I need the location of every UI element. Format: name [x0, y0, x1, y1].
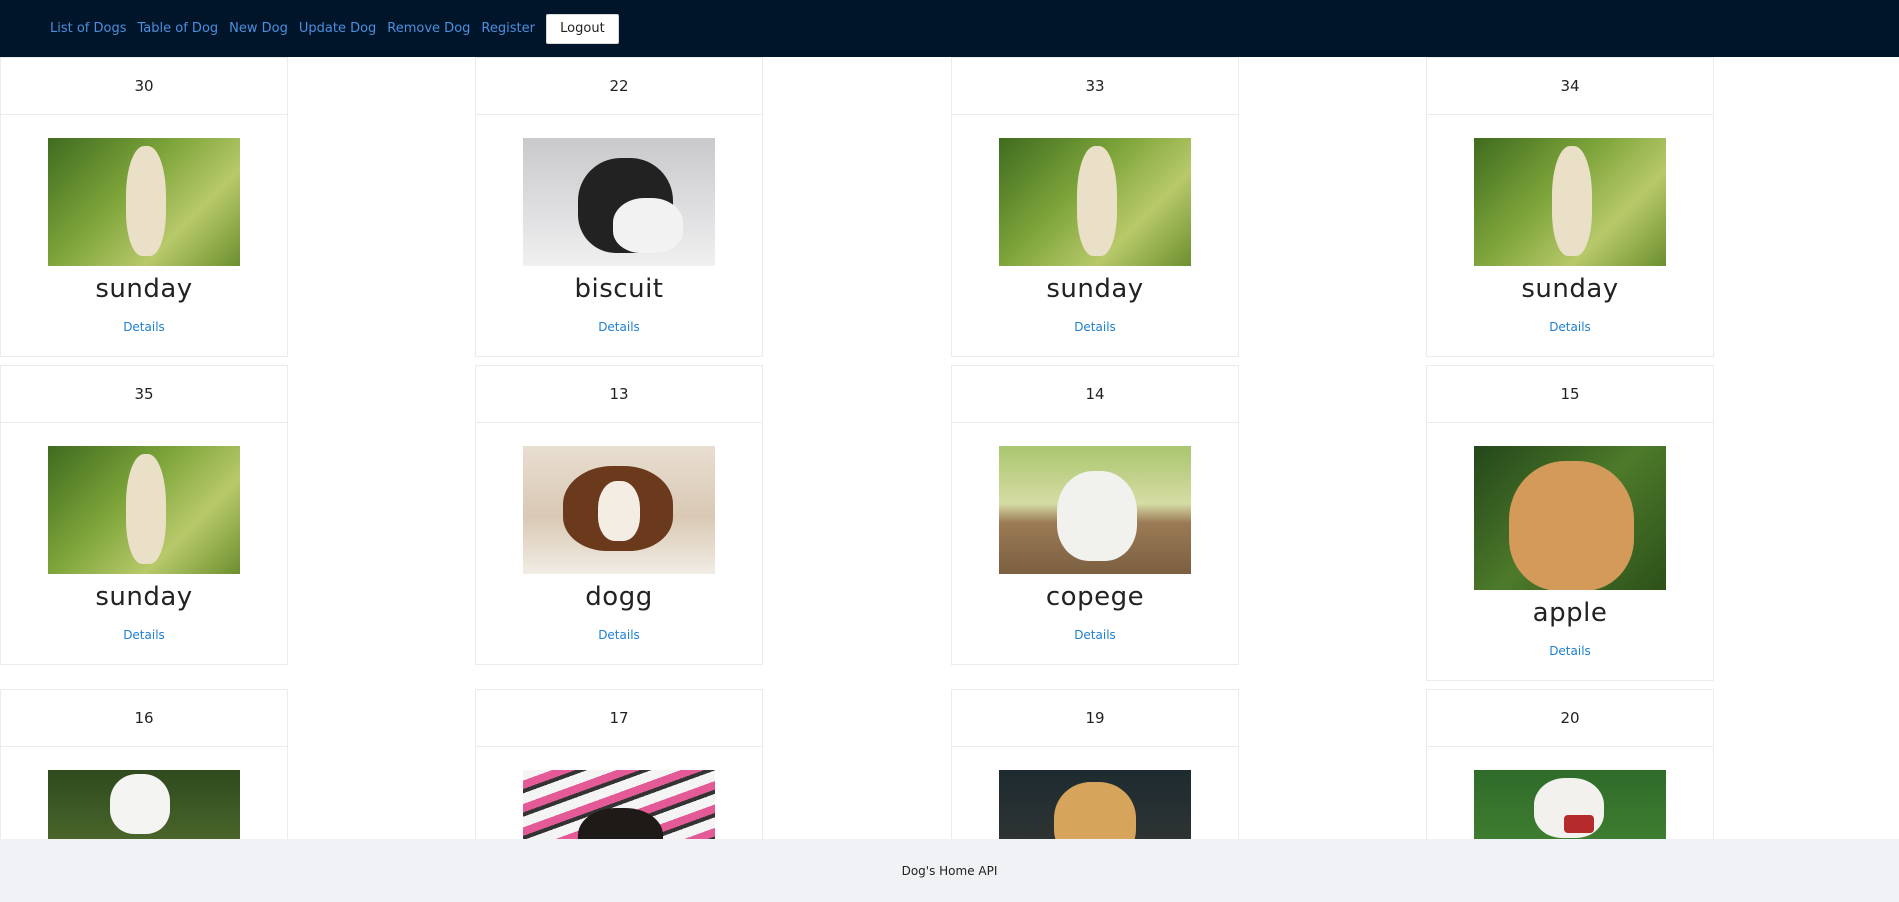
- dog-id: 30: [1, 58, 287, 115]
- footer-text: Dog's Home API: [901, 863, 998, 878]
- dog-id: 22: [476, 58, 762, 115]
- dog-card: 19: [951, 689, 1239, 839]
- top-navbar: List of Dogs Table of Dog New Dog Update…: [0, 0, 1899, 57]
- dog-id: 34: [1427, 58, 1713, 115]
- dog-photo: [523, 138, 715, 266]
- dog-photo: [523, 446, 715, 574]
- dog-name: sunday: [1521, 274, 1619, 304]
- details-link[interactable]: Details: [598, 628, 640, 642]
- dog-photo: [1474, 446, 1666, 590]
- details-link[interactable]: Details: [1549, 320, 1591, 334]
- dog-id: 20: [1427, 690, 1713, 747]
- dog-photo: [48, 138, 240, 266]
- dog-card: 34 sunday Details: [1426, 57, 1714, 357]
- dog-id: 15: [1427, 366, 1713, 423]
- dog-photo: [1474, 138, 1666, 266]
- details-link[interactable]: Details: [1549, 644, 1591, 658]
- dog-id: 14: [952, 366, 1238, 423]
- nav-table-of-dog[interactable]: Table of Dog: [138, 21, 219, 36]
- dog-photo: [1474, 770, 1666, 839]
- nav-register[interactable]: Register: [481, 21, 535, 36]
- nav-remove-dog[interactable]: Remove Dog: [387, 21, 470, 36]
- dog-photo: [999, 138, 1191, 266]
- dog-id: 35: [1, 366, 287, 423]
- dog-card: 14 copege Details: [951, 365, 1239, 665]
- dog-photo: [999, 446, 1191, 574]
- dog-id: 19: [952, 690, 1238, 747]
- footer: Dog's Home API: [0, 839, 1899, 902]
- dog-name: sunday: [95, 274, 193, 304]
- dog-card: 16: [0, 689, 288, 839]
- dog-card: 15 apple Details: [1426, 365, 1714, 681]
- dog-photo: [523, 770, 715, 839]
- dog-card: 22 biscuit Details: [475, 57, 763, 357]
- nav-new-dog[interactable]: New Dog: [229, 21, 288, 36]
- dog-photo: [999, 770, 1191, 839]
- dog-card: 20: [1426, 689, 1714, 839]
- details-link[interactable]: Details: [1074, 628, 1116, 642]
- dog-name: copege: [1045, 582, 1145, 612]
- dog-name: biscuit: [574, 274, 664, 304]
- dog-card: 30 sunday Details: [0, 57, 288, 357]
- dog-id: 33: [952, 58, 1238, 115]
- dog-card: 33 sunday Details: [951, 57, 1239, 357]
- dog-name: dogg: [585, 582, 653, 612]
- details-link[interactable]: Details: [1074, 320, 1116, 334]
- dog-name: sunday: [1046, 274, 1144, 304]
- dog-card: 13 dogg Details: [475, 365, 763, 665]
- dog-photo: [48, 446, 240, 574]
- logout-button[interactable]: Logout: [545, 13, 619, 44]
- nav-list-of-dogs[interactable]: List of Dogs: [50, 21, 127, 36]
- dog-photo: [48, 770, 240, 839]
- dog-name: sunday: [95, 582, 193, 612]
- nav-update-dog[interactable]: Update Dog: [299, 21, 376, 36]
- details-link[interactable]: Details: [598, 320, 640, 334]
- dog-name: apple: [1532, 598, 1608, 628]
- dog-card-grid: 30 sunday Details 22 biscuit Details 33 …: [0, 57, 1899, 839]
- details-link[interactable]: Details: [123, 320, 165, 334]
- details-link[interactable]: Details: [123, 628, 165, 642]
- dog-card: 17: [475, 689, 763, 839]
- dog-id: 16: [1, 690, 287, 747]
- dog-id: 17: [476, 690, 762, 747]
- dog-id: 13: [476, 366, 762, 423]
- dog-card: 35 sunday Details: [0, 365, 288, 665]
